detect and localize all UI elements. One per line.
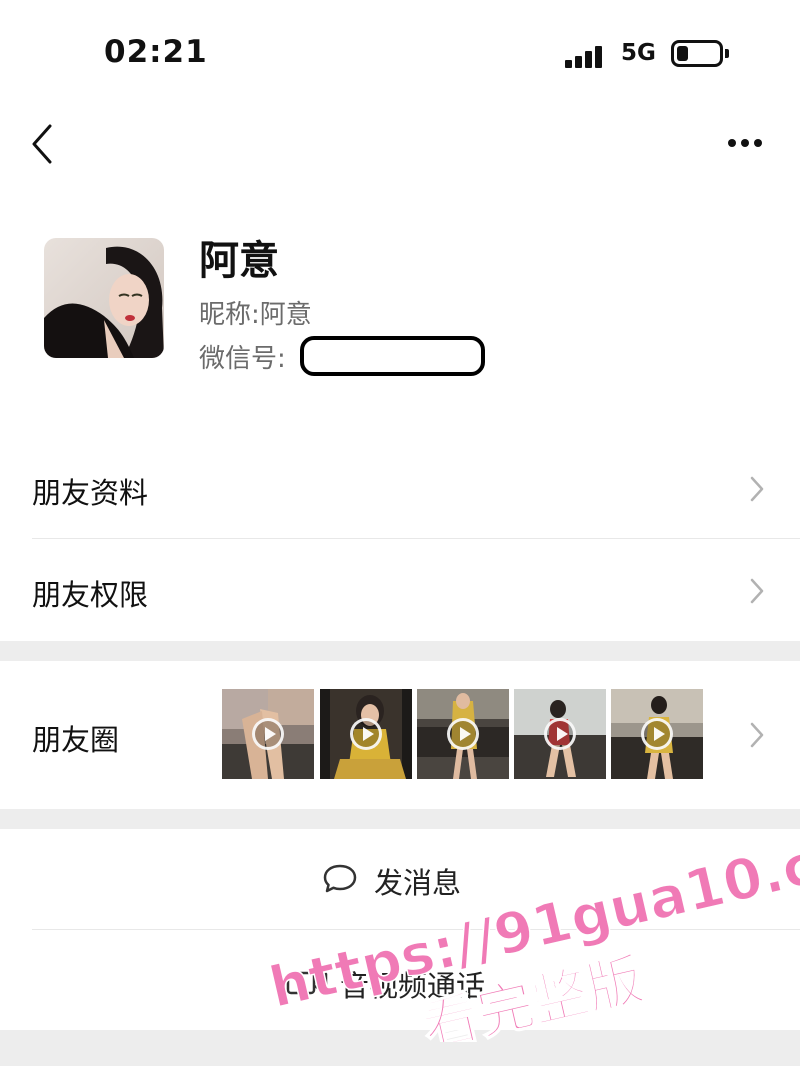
chevron-right-icon bbox=[750, 578, 764, 604]
friend-permissions-label: 朋友权限 bbox=[32, 578, 149, 612]
more-button[interactable] bbox=[720, 128, 770, 158]
chevron-right-icon bbox=[750, 476, 764, 502]
wechat-id-redaction bbox=[300, 336, 485, 376]
send-message-label: 发消息 bbox=[374, 866, 462, 900]
battery-icon bbox=[671, 40, 729, 67]
moments-label: 朋友圈 bbox=[32, 723, 120, 757]
signal-strength-icon bbox=[565, 42, 609, 68]
profile-name: 阿意 bbox=[199, 238, 279, 284]
video-camera-icon bbox=[286, 971, 328, 995]
moments-thumbnail[interactable] bbox=[222, 689, 314, 779]
video-play-icon bbox=[544, 718, 576, 750]
network-type: 5G bbox=[621, 40, 656, 66]
video-play-icon bbox=[447, 718, 479, 750]
voice-video-call-button[interactable]: 音视频通话 bbox=[0, 930, 800, 1030]
send-message-button[interactable]: 发消息 bbox=[0, 829, 800, 929]
chevron-left-icon bbox=[32, 124, 52, 164]
voice-video-call-label: 音视频通话 bbox=[340, 969, 486, 1003]
friend-profile-label: 朋友资料 bbox=[32, 476, 149, 510]
friend-profile-row[interactable]: 朋友资料 bbox=[0, 438, 800, 538]
nav-bar bbox=[0, 100, 800, 190]
avatar[interactable] bbox=[44, 238, 164, 358]
wechat-id: 微信号: bbox=[199, 344, 286, 374]
moments-thumbnail[interactable] bbox=[514, 689, 606, 779]
section-separator bbox=[0, 641, 800, 661]
moments-thumbnail[interactable] bbox=[417, 689, 509, 779]
ellipsis-icon bbox=[728, 139, 736, 147]
bottom-band bbox=[0, 1030, 800, 1066]
section-separator bbox=[0, 809, 800, 829]
video-play-icon bbox=[641, 718, 673, 750]
chat-bubble-icon bbox=[323, 864, 357, 893]
friend-permissions-row[interactable]: 朋友权限 bbox=[0, 539, 800, 641]
nickname: 昵称:阿意 bbox=[199, 300, 312, 330]
back-button[interactable] bbox=[26, 122, 62, 166]
moments-thumbnail[interactable] bbox=[611, 689, 703, 779]
status-time: 02:21 bbox=[104, 34, 208, 70]
status-bar: 02:21 5G bbox=[0, 0, 800, 100]
video-play-icon bbox=[252, 718, 284, 750]
moments-thumbnail[interactable] bbox=[320, 689, 412, 779]
chevron-right-icon bbox=[750, 722, 764, 748]
video-play-icon bbox=[350, 718, 382, 750]
